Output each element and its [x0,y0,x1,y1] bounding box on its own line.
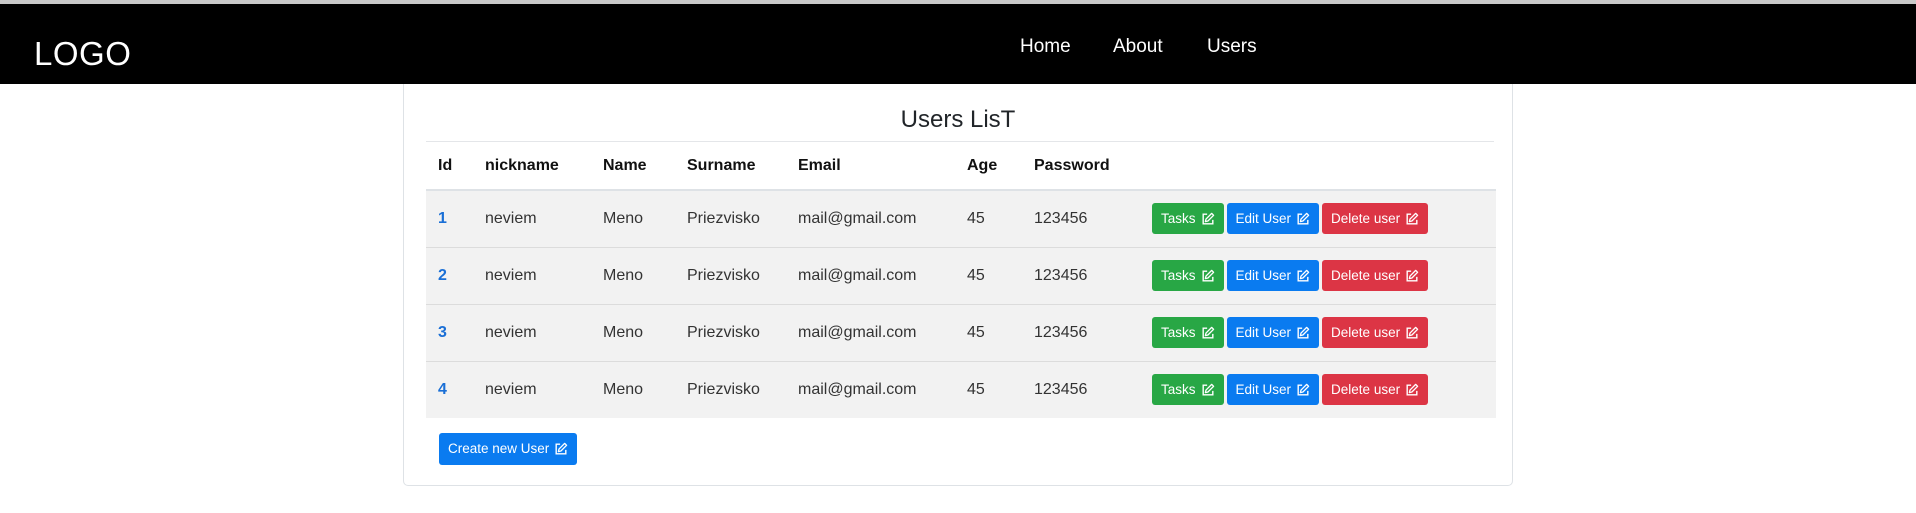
tasks-button[interactable]: Tasks [1152,260,1224,291]
user-password: 123456 [1022,246,1140,304]
user-nickname: neviem [473,360,591,418]
nav-link-users[interactable]: Users [1207,35,1257,59]
edit-icon [1406,212,1419,225]
edit-user-button-label: Edit User [1235,211,1292,227]
user-email: mail@gmail.com [786,360,955,418]
col-header-password: Password [1022,142,1140,191]
tasks-button[interactable]: Tasks [1152,317,1224,348]
user-id-link[interactable]: 1 [426,189,473,247]
edit-icon [1406,383,1419,396]
tasks-button-label: Tasks [1161,211,1196,227]
user-surname: Priezvisko [675,303,786,361]
col-header-actions [1140,142,1496,191]
table-row: 2 neviem Meno Priezvisko mail@gmail.com 45 123… [426,246,1496,304]
user-id-link[interactable]: 3 [426,303,473,361]
user-password: 123456 [1022,303,1140,361]
delete-user-button-label: Delete user [1331,325,1401,340]
col-header-surname: Surname [675,142,786,191]
user-id-link[interactable]: 2 [426,246,473,304]
tasks-button[interactable]: Tasks [1152,374,1224,406]
edit-user-button[interactable]: Edit User [1226,260,1320,291]
user-password: 123456 [1022,360,1140,418]
delete-user-button-label: Delete user [1331,382,1401,398]
tasks-button-label: Tasks [1161,268,1196,283]
col-header-email: Email [786,142,955,191]
col-header-name: Name [591,142,675,191]
row-actions: Tasks Edit User Delete user [1140,246,1496,304]
tasks-button-label: Tasks [1161,325,1196,340]
user-email: mail@gmail.com [786,303,955,361]
user-age: 45 [955,360,1022,418]
row-actions: Tasks Edit User Delete user [1140,303,1496,361]
user-age: 45 [955,303,1022,361]
edit-user-button[interactable]: Edit User [1226,317,1320,348]
edit-icon [1297,212,1310,225]
edit-user-button-label: Edit User [1235,382,1292,398]
delete-user-button[interactable]: Delete user [1322,260,1429,291]
nav-link-home[interactable]: Home [1020,35,1071,59]
user-surname: Priezvisko [675,189,786,247]
navbar: LOGO Home About Users [0,4,1916,84]
user-age: 45 [955,189,1022,247]
user-email: mail@gmail.com [786,189,955,247]
user-name: Meno [591,246,675,304]
delete-user-button-label: Delete user [1331,268,1401,283]
user-name: Meno [591,360,675,418]
edit-icon [1202,212,1214,225]
user-name: Meno [591,189,675,247]
user-age: 45 [955,246,1022,304]
page-title: Users LisT [900,106,1016,133]
delete-user-button[interactable]: Delete user [1322,317,1429,348]
create-user-label: Create new User [448,441,550,456]
user-name: Meno [591,303,675,361]
edit-icon [1202,269,1214,282]
user-nickname: neviem [473,189,591,247]
delete-user-button-label: Delete user [1331,211,1401,227]
edit-icon [1297,383,1310,396]
table-row: 3 neviem Meno Priezvisko mail@gmail.com 45 123… [426,303,1496,361]
col-header-id: Id [426,142,473,191]
edit-user-button-label: Edit User [1235,325,1292,340]
user-id-link[interactable]: 4 [426,360,473,418]
user-surname: Priezvisko [675,360,786,418]
edit-user-button-label: Edit User [1235,268,1292,283]
table-row: 4 neviem Meno Priezvisko mail@gmail.com 45 123… [426,360,1496,418]
edit-icon [1406,269,1419,282]
delete-user-button[interactable]: Delete user [1322,374,1429,406]
create-user-button[interactable]: Create new User [439,433,578,465]
user-nickname: neviem [473,246,591,304]
edit-icon [555,442,568,455]
edit-icon [1297,269,1310,282]
row-actions: Tasks Edit User Delete user [1140,360,1496,418]
edit-user-button[interactable]: Edit User [1226,203,1320,235]
tasks-button[interactable]: Tasks [1152,203,1224,235]
user-surname: Priezvisko [675,246,786,304]
users-table: Id nickname Name Surname Email Age Password 1n… [426,142,1496,418]
col-header-nickname: nickname [473,142,591,191]
table-header-row: Id nickname Name Surname Email Age Password [426,142,1496,191]
user-email: mail@gmail.com [786,246,955,304]
table-row: 1 neviem Meno Priezvisko mail@gmail.com 45 123… [426,189,1496,247]
edit-icon [1297,326,1310,339]
edit-icon [1202,383,1214,396]
edit-user-button[interactable]: Edit User [1226,374,1320,406]
user-password: 123456 [1022,189,1140,247]
nav-link-about[interactable]: About [1113,35,1163,59]
user-nickname: neviem [473,303,591,361]
tasks-button-label: Tasks [1161,382,1196,398]
col-header-age: Age [955,142,1022,191]
logo[interactable]: LOGO [34,34,131,74]
row-actions: Tasks Edit User Delete user [1140,189,1496,247]
edit-icon [1406,326,1419,339]
delete-user-button[interactable]: Delete user [1322,203,1429,235]
edit-icon [1202,326,1214,339]
users-card: Users LisT Id nickname Name Surname Email Age… [403,84,1513,486]
